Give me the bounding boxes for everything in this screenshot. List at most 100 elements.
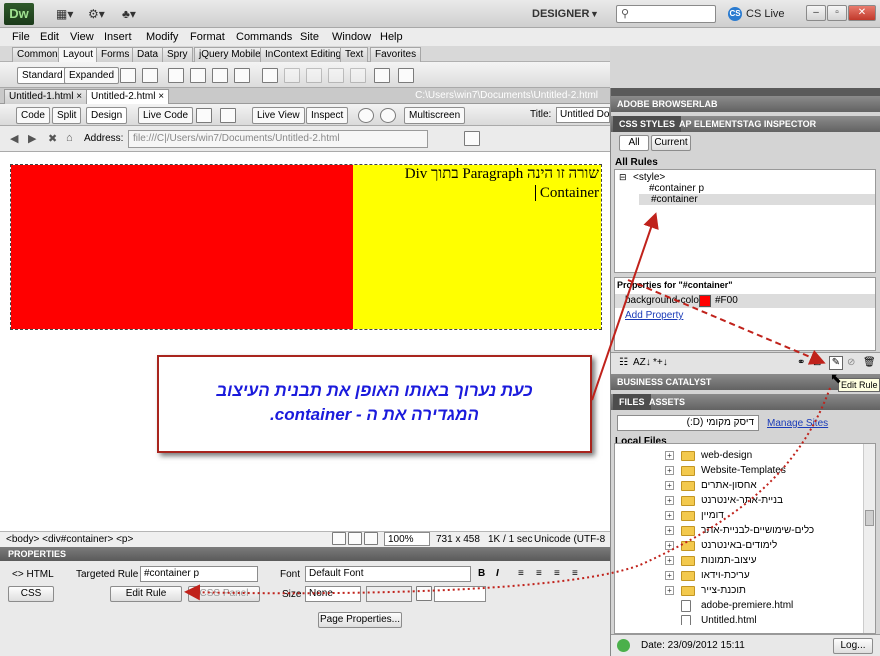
design-view[interactable]: שורה זו הינה Paragraph בתוך Div Containe… — [0, 152, 610, 531]
menu-window[interactable]: Window — [332, 30, 371, 44]
rule-style[interactable]: <style> — [633, 172, 665, 183]
expand-icon[interactable]: + — [665, 466, 674, 475]
title-input[interactable]: Untitled Docu — [556, 107, 610, 123]
log-button[interactable]: Log... — [833, 638, 873, 654]
tab-css-styles[interactable]: CSS STYLES — [613, 116, 682, 132]
html-mode-button[interactable]: <> HTML — [12, 568, 54, 582]
targeted-rule-select[interactable]: #container p — [140, 566, 258, 582]
list-item[interactable]: + web-design — [615, 448, 862, 463]
site-select[interactable]: דיסק מקומי (D:) — [617, 415, 759, 431]
table-icon[interactable] — [262, 68, 278, 83]
refresh-icon[interactable] — [380, 108, 396, 123]
list-item[interactable]: + כלים-שימושיים-לבניית-אתר — [615, 523, 862, 538]
menu-edit[interactable]: Edit — [40, 30, 59, 44]
validate-icon[interactable] — [220, 108, 236, 123]
manage-sites-link[interactable]: Manage Sites — [767, 418, 828, 429]
expand-icon[interactable]: + — [665, 541, 674, 550]
expand-icon[interactable]: + — [665, 556, 674, 565]
spry-collapsible-icon[interactable] — [234, 68, 250, 83]
home-icon[interactable]: ⌂ — [66, 132, 73, 144]
iframe-icon[interactable] — [374, 68, 390, 83]
minimize-button[interactable]: – — [806, 5, 826, 21]
table-column-left-icon[interactable] — [350, 68, 366, 83]
expand-icon[interactable]: + — [665, 571, 674, 580]
browserlab-panel-header[interactable]: ADOBE BROWSERLAB — [611, 96, 880, 112]
current-mode-button[interactable]: Current — [651, 135, 691, 151]
files-scrollbar[interactable] — [863, 444, 875, 633]
menu-commands[interactable]: Commands — [236, 30, 292, 44]
tab-assets[interactable]: ASSETS — [643, 394, 691, 410]
code-view-button[interactable]: Code — [16, 107, 50, 124]
dock-grip[interactable] — [611, 88, 880, 96]
expand-icon[interactable]: + — [665, 451, 674, 460]
help-search-input[interactable]: ⚲ — [616, 5, 716, 23]
list-item[interactable]: + עיצוב-תמונות — [615, 553, 862, 568]
list-item[interactable]: + לימודים-באינטרנט — [615, 538, 862, 553]
trash-icon[interactable]: 🗑 — [863, 357, 876, 368]
split-view-button[interactable]: Split — [52, 107, 82, 124]
italic-icon[interactable]: I — [496, 567, 499, 581]
forward-icon[interactable]: ▶ — [28, 132, 36, 145]
cs-live-button[interactable]: CS CS Live — [728, 5, 785, 23]
stop-icon[interactable]: ✖ — [48, 132, 57, 145]
tab-spry[interactable]: Spry — [162, 47, 193, 62]
set-properties-icon[interactable]: *+↓ — [653, 357, 668, 368]
menu-insert[interactable]: Insert — [104, 30, 132, 44]
expand-icon[interactable]: + — [665, 586, 674, 595]
page-properties-button[interactable]: Page Properties... — [318, 612, 402, 628]
table-column-icon[interactable] — [306, 68, 322, 83]
menu-site[interactable]: Site — [300, 30, 319, 44]
preview-globe-icon[interactable] — [358, 108, 374, 123]
tab-common[interactable]: Common — [12, 47, 63, 62]
live-view-button[interactable]: Live View — [252, 107, 305, 124]
property-value[interactable]: #F00 — [715, 295, 738, 306]
tab-text[interactable]: Text — [340, 47, 369, 62]
tag-selector[interactable]: <body> <div#container> <p> — [6, 533, 133, 547]
size-select[interactable]: None — [305, 586, 361, 602]
collapse-icon[interactable]: ⊟ — [619, 172, 627, 183]
list-item[interactable]: + דומיין — [615, 508, 862, 523]
tab-tag-inspector[interactable]: TAG INSPECTOR — [737, 116, 822, 132]
chevron-down-icon[interactable]: ▼ — [590, 5, 599, 23]
tab-untitled-2[interactable]: Untitled-2.html × — [86, 89, 170, 104]
expand-icon[interactable]: + — [665, 526, 674, 535]
container-div[interactable]: שורה זו הינה Paragraph בתוך Div Containe… — [10, 164, 602, 330]
inspect-button[interactable]: Inspect — [306, 107, 349, 124]
close-icon[interactable]: × — [158, 91, 164, 102]
browser-compat-icon[interactable] — [196, 108, 212, 123]
back-icon[interactable]: ◀ — [10, 132, 18, 145]
table-row-icon[interactable] — [284, 68, 300, 83]
multiscreen-button[interactable]: Multiscreen — [404, 107, 466, 124]
bold-icon[interactable]: B — [478, 567, 485, 581]
close-icon[interactable]: × — [76, 91, 82, 102]
expand-icon[interactable]: + — [665, 496, 674, 505]
align-left-icon[interactable]: ≡ — [518, 567, 524, 581]
design-view-button[interactable]: Design — [86, 107, 128, 124]
workspace-switcher[interactable]: DESIGNER — [532, 5, 589, 23]
spry-accordion-icon[interactable] — [212, 68, 228, 83]
frames-icon[interactable] — [398, 68, 414, 83]
gear-icon[interactable]: ⚙▾ — [88, 6, 105, 22]
options-icon[interactable] — [464, 131, 480, 146]
site-icon[interactable]: ♣▾ — [122, 6, 136, 22]
properties-panel-header[interactable]: PROPERTIES — [0, 547, 610, 561]
close-button[interactable]: ✕ — [848, 5, 876, 21]
tab-layout[interactable]: Layout — [58, 47, 99, 62]
css-mode-button[interactable]: CSS — [8, 586, 54, 602]
all-mode-button[interactable]: All — [619, 135, 649, 151]
paragraph-area[interactable]: שורה זו הינה Paragraph בתוך Div Containe… — [353, 165, 601, 329]
menu-view[interactable]: View — [70, 30, 94, 44]
new-rule-icon[interactable]: ⊞ — [813, 357, 821, 368]
tab-data[interactable]: Data — [132, 47, 164, 62]
zoom-tool-icon[interactable] — [364, 532, 378, 545]
spry-tabs-icon[interactable] — [190, 68, 206, 83]
tab-incontext-editing[interactable]: InContext Editing — [260, 47, 347, 62]
align-justify-icon[interactable]: ≡ — [572, 567, 578, 581]
scrollbar-thumb[interactable] — [865, 510, 874, 526]
disable-icon[interactable]: ⊘ — [847, 357, 855, 368]
css-panel-button[interactable]: CSS Panel — [188, 586, 260, 602]
add-property-link[interactable]: Add Property — [625, 310, 683, 321]
list-item[interactable]: + Website-Templates — [615, 463, 862, 478]
spry-menu-icon[interactable] — [168, 68, 184, 83]
font-select[interactable]: Default Font — [305, 566, 471, 582]
